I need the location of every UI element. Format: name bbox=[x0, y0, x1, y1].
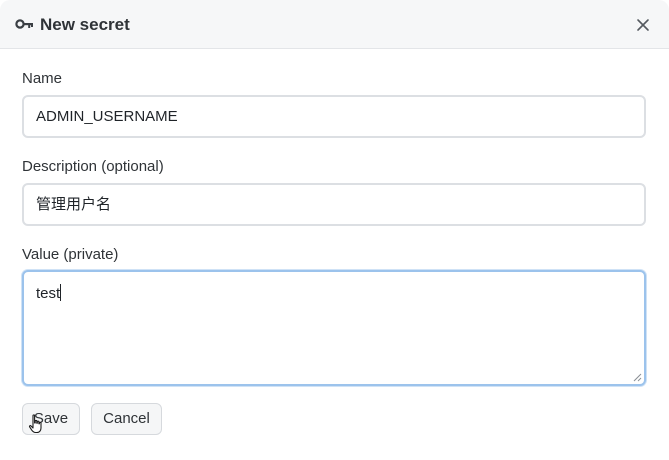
value-label: Value (private) bbox=[22, 246, 119, 263]
name-input[interactable]: ADMIN_USERNAME bbox=[22, 95, 646, 138]
key-icon bbox=[15, 19, 33, 29]
dialog-header: New secret bbox=[0, 0, 669, 49]
new-secret-dialog: New secret Name ADMIN_USERNAME Descripti… bbox=[0, 0, 669, 460]
resize-grip-icon[interactable] bbox=[633, 373, 642, 382]
description-input[interactable]: 管理用户名 bbox=[22, 183, 646, 226]
description-label: Description (optional) bbox=[22, 158, 164, 175]
cancel-button[interactable]: Cancel bbox=[91, 403, 162, 435]
hand-cursor-icon bbox=[28, 414, 42, 434]
description-input-value: 管理用户名 bbox=[36, 196, 112, 213]
dialog-title: New secret bbox=[40, 15, 130, 34]
text-caret bbox=[60, 284, 62, 301]
name-label: Name bbox=[22, 70, 63, 87]
value-textarea-value: test bbox=[36, 285, 61, 302]
close-icon[interactable] bbox=[634, 16, 652, 34]
value-textarea[interactable]: test bbox=[22, 270, 646, 386]
name-input-value: ADMIN_USERNAME bbox=[36, 108, 178, 125]
